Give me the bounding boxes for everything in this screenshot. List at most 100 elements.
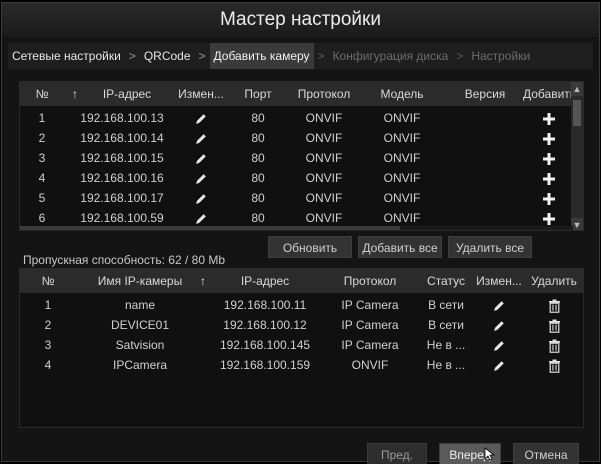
cell-port: 80 <box>251 191 265 205</box>
col-model[interactable]: Модель <box>362 85 442 103</box>
horizontal-scrollbar[interactable] <box>20 226 573 230</box>
cell-delete[interactable] <box>525 356 583 374</box>
sort-ascending-icon: ↑ <box>72 87 78 101</box>
edit-pencil-icon[interactable] <box>194 112 208 126</box>
cell-delete[interactable] <box>525 296 583 314</box>
cell-add[interactable] <box>523 149 575 167</box>
table-row[interactable]: 1 name 192.168.100.11 IP Camera В сети <box>20 295 583 315</box>
table-row[interactable]: 1 192.168.100.13 80 ONVIF ONVIF <box>20 108 583 128</box>
col-edit[interactable]: Измен... <box>474 272 524 290</box>
cell-edit[interactable] <box>474 336 524 354</box>
vertical-scrollbar[interactable]: ▲ ▼ <box>571 82 583 230</box>
edit-pencil-icon[interactable] <box>492 359 506 373</box>
added-cameras-table: № Имя IP-камеры ↑ IP-адрес Протокол Стат… <box>19 268 584 428</box>
table-row[interactable]: 3 Satvision 192.168.100.145 IP Camera Не в .… <box>20 335 583 355</box>
col-protocol[interactable]: Протокол <box>320 272 420 290</box>
col-number[interactable]: № <box>20 85 64 103</box>
col-camera-name[interactable]: Имя IP-камеры <box>80 272 200 290</box>
cell-model: ONVIF <box>383 131 421 145</box>
cell-ip-address: 192.168.100.16 <box>80 171 164 185</box>
table-row[interactable]: 3 192.168.100.15 80 ONVIF ONVIF <box>20 148 583 168</box>
cell-number: 2 <box>38 131 46 145</box>
col-add[interactable]: Добавить <box>523 85 575 103</box>
cell-version <box>450 149 520 167</box>
cell-edit[interactable] <box>175 169 227 187</box>
cell-number: 2 <box>44 318 52 332</box>
cell-camera-name: IPCamera <box>112 358 168 372</box>
setup-wizard-window: Мастер настройки Сетевые настройки > QRC… <box>1 2 600 464</box>
table-header: № ↑ IP-адрес Измен... Порт Протокол Моде… <box>20 82 583 106</box>
cell-protocol: ONVIF <box>305 171 343 185</box>
cell-protocol: IP Camera <box>341 298 399 312</box>
col-port[interactable]: Порт <box>232 85 284 103</box>
col-version[interactable]: Версия <box>450 85 520 103</box>
cell-edit[interactable] <box>175 129 227 147</box>
cell-model: ONVIF <box>383 191 421 205</box>
col-number[interactable]: № <box>20 272 76 290</box>
cell-protocol: IP Camera <box>341 338 399 352</box>
cell-status: Не в ... <box>426 358 466 372</box>
table-row[interactable]: 4 192.168.100.16 80 ONVIF ONVIF <box>20 168 583 188</box>
step-qrcode[interactable]: QRCode <box>140 43 195 69</box>
step-add-camera[interactable]: Добавить камеру <box>209 43 314 69</box>
add-plus-icon[interactable] <box>542 192 556 206</box>
cell-add[interactable] <box>523 209 575 227</box>
col-ip-address[interactable]: IP-адрес <box>210 272 320 290</box>
edit-pencil-icon[interactable] <box>492 319 506 333</box>
delete-trash-icon[interactable] <box>548 299 561 313</box>
scrollbar-thumb[interactable] <box>20 226 400 230</box>
cell-add[interactable] <box>523 129 575 147</box>
refresh-button[interactable]: Обновить <box>268 236 352 258</box>
edit-pencil-icon[interactable] <box>194 132 208 146</box>
table-row[interactable]: 2 DEVICE01 192.168.100.12 IP Camera В сети <box>20 315 583 335</box>
edit-pencil-icon[interactable] <box>194 172 208 186</box>
cell-delete[interactable] <box>525 336 583 354</box>
col-status[interactable]: Статус <box>420 272 472 290</box>
cell-edit[interactable] <box>175 209 227 227</box>
add-plus-icon[interactable] <box>542 212 556 226</box>
delete-trash-icon[interactable] <box>548 359 561 373</box>
add-all-button[interactable]: Добавить все <box>358 236 442 258</box>
window-title: Мастер настройки <box>2 3 599 37</box>
cell-add[interactable] <box>523 189 575 207</box>
cell-add[interactable] <box>523 109 575 127</box>
cell-number: 6 <box>38 211 46 225</box>
scrollbar-thumb[interactable] <box>573 100 581 126</box>
table-row[interactable]: 5 192.168.100.17 80 ONVIF ONVIF <box>20 188 583 208</box>
cell-edit[interactable] <box>474 296 524 314</box>
col-edit[interactable]: Измен... <box>175 85 227 103</box>
cancel-button[interactable]: Отмена <box>513 443 579 464</box>
cell-protocol: ONVIF <box>351 358 389 372</box>
delete-all-button[interactable]: Удалить все <box>448 236 532 258</box>
col-ip-address[interactable]: IP-адрес <box>82 85 172 103</box>
cell-add[interactable] <box>523 169 575 187</box>
col-delete[interactable]: Удалить <box>525 272 583 290</box>
cell-edit[interactable] <box>175 189 227 207</box>
col-protocol[interactable]: Протокол <box>288 85 360 103</box>
delete-trash-icon[interactable] <box>548 319 561 333</box>
delete-trash-icon[interactable] <box>548 339 561 353</box>
add-plus-icon[interactable] <box>542 172 556 186</box>
table-row[interactable]: 4 IPCamera 192.168.100.159 ONVIF Не в ... <box>20 355 583 375</box>
step-network-settings[interactable]: Сетевые настройки <box>8 43 125 69</box>
edit-pencil-icon[interactable] <box>194 192 208 206</box>
edit-pencil-icon[interactable] <box>492 299 506 313</box>
table-row[interactable]: 2 192.168.100.14 80 ONVIF ONVIF <box>20 128 583 148</box>
add-plus-icon[interactable] <box>542 132 556 146</box>
scroll-up-icon[interactable]: ▲ <box>571 82 583 96</box>
cell-number: 1 <box>38 111 46 125</box>
prev-button[interactable]: Пред. <box>367 443 427 464</box>
edit-pencil-icon[interactable] <box>492 339 506 353</box>
cell-edit[interactable] <box>474 356 524 374</box>
step-settings: Настройки <box>471 49 531 63</box>
add-plus-icon[interactable] <box>542 112 556 126</box>
table-row[interactable]: 6 192.168.100.59 80 ONVIF ONVIF <box>20 208 583 228</box>
edit-pencil-icon[interactable] <box>194 212 208 226</box>
cell-port: 80 <box>251 171 265 185</box>
cell-edit[interactable] <box>175 149 227 167</box>
cell-edit[interactable] <box>175 109 227 127</box>
edit-pencil-icon[interactable] <box>194 152 208 166</box>
cell-edit[interactable] <box>474 316 524 334</box>
cell-delete[interactable] <box>525 316 583 334</box>
add-plus-icon[interactable] <box>542 152 556 166</box>
